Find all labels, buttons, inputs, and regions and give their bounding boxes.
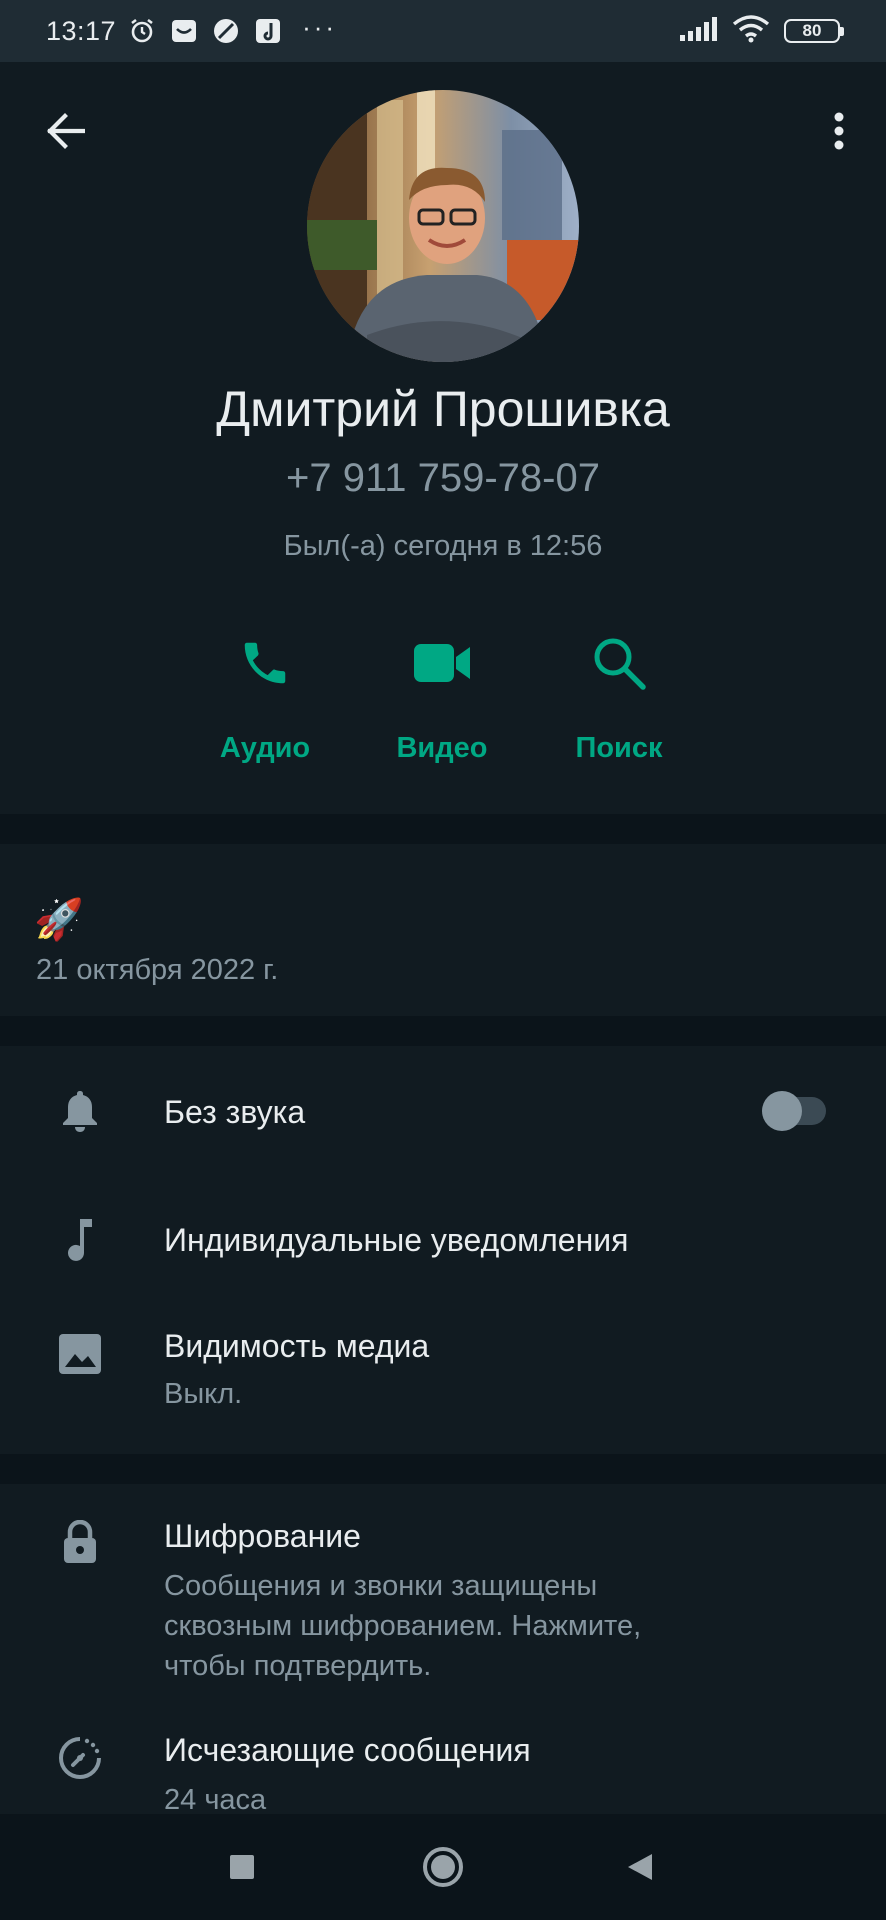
more-options-icon[interactable] [814, 104, 864, 158]
signal-icon [680, 16, 718, 46]
wifi-icon [732, 14, 770, 48]
mail-box-icon [170, 17, 198, 45]
lock-icon [52, 1514, 108, 1570]
encryption-row[interactable]: Шифрование Сообщения и звонки защищены с… [0, 1484, 886, 1694]
music-note-icon [52, 1212, 108, 1268]
about-section[interactable]: 🚀 21 октября 2022 г. [0, 844, 886, 1016]
battery-icon: 80 [784, 19, 844, 43]
notification-settings: Без звука Индивидуальные уведомления Вид… [0, 1046, 886, 1454]
audio-call-button[interactable]: Аудио [177, 628, 353, 778]
contact-name: Дмитрий Прошивка [216, 381, 670, 437]
video-call-button[interactable]: Видео [354, 628, 530, 778]
profile-header: Дмитрий Прошивка +7 911 759-78-07 Был(-а… [0, 62, 886, 814]
home-button[interactable] [418, 1842, 468, 1892]
security-section: Шифрование Сообщения и звонки защищены с… [0, 1484, 886, 1814]
timer-icon [52, 1730, 108, 1786]
disappearing-title: Исчезающие сообщения [164, 1732, 531, 1768]
contact-phone: +7 911 759-78-07 [286, 456, 600, 500]
back-arrow-icon[interactable] [40, 106, 90, 156]
about-date: 21 октября 2022 г. [36, 954, 279, 986]
alarm-icon [128, 17, 156, 45]
video-label: Видео [396, 732, 488, 764]
toggle-knob [762, 1091, 802, 1131]
encryption-line-2: сквозным шифрованием. Нажмите, [164, 1610, 642, 1642]
encryption-title: Шифрование [164, 1518, 361, 1554]
status-time: 13:17 [46, 15, 117, 46]
custom-notifications-title: Индивидуальные уведомления [164, 1222, 629, 1258]
action-bar: Аудио Видео Поиск [0, 628, 886, 778]
encryption-line-3: чтобы подтвердить. [164, 1650, 432, 1682]
search-label: Поиск [575, 732, 663, 764]
search-icon [591, 628, 647, 698]
audio-label: Аудио [219, 732, 311, 764]
contact-info-screen: 13:17 ··· 80 Дмитрий Прошивка +7 911 759… [0, 0, 886, 1920]
system-nav-bar [0, 1814, 886, 1920]
mute-row[interactable]: Без звука [0, 1046, 886, 1176]
video-camera-icon [412, 628, 472, 698]
search-button[interactable]: Поиск [531, 628, 707, 778]
image-icon [52, 1326, 108, 1382]
music-app-icon [254, 17, 282, 45]
encryption-line-1: Сообщения и звонки защищены [164, 1570, 598, 1602]
media-visibility-row[interactable]: Видимость медиа Выкл. [0, 1304, 886, 1454]
phone-icon [238, 628, 292, 698]
disappearing-value: 24 часа [164, 1784, 267, 1814]
media-visibility-value: Выкл. [164, 1378, 243, 1410]
media-visibility-title: Видимость медиа [164, 1328, 430, 1364]
no-entry-icon [212, 17, 240, 45]
recents-button[interactable] [217, 1842, 267, 1892]
custom-notifications-row[interactable]: Индивидуальные уведомления [0, 1176, 886, 1304]
mute-toggle[interactable] [762, 1091, 826, 1131]
battery-level: 80 [802, 21, 822, 40]
bell-icon [52, 1083, 108, 1139]
mute-title: Без звука [164, 1094, 306, 1130]
status-bar: 13:17 ··· 80 [0, 0, 886, 62]
status-overflow: ··· [302, 11, 338, 42]
about-status: 🚀 [34, 898, 84, 942]
contact-avatar[interactable] [307, 90, 579, 362]
back-button[interactable] [615, 1842, 665, 1892]
disappearing-messages-row[interactable]: Исчезающие сообщения 24 часа [0, 1710, 886, 1814]
last-seen: Был(-а) сегодня в 12:56 [283, 530, 603, 562]
